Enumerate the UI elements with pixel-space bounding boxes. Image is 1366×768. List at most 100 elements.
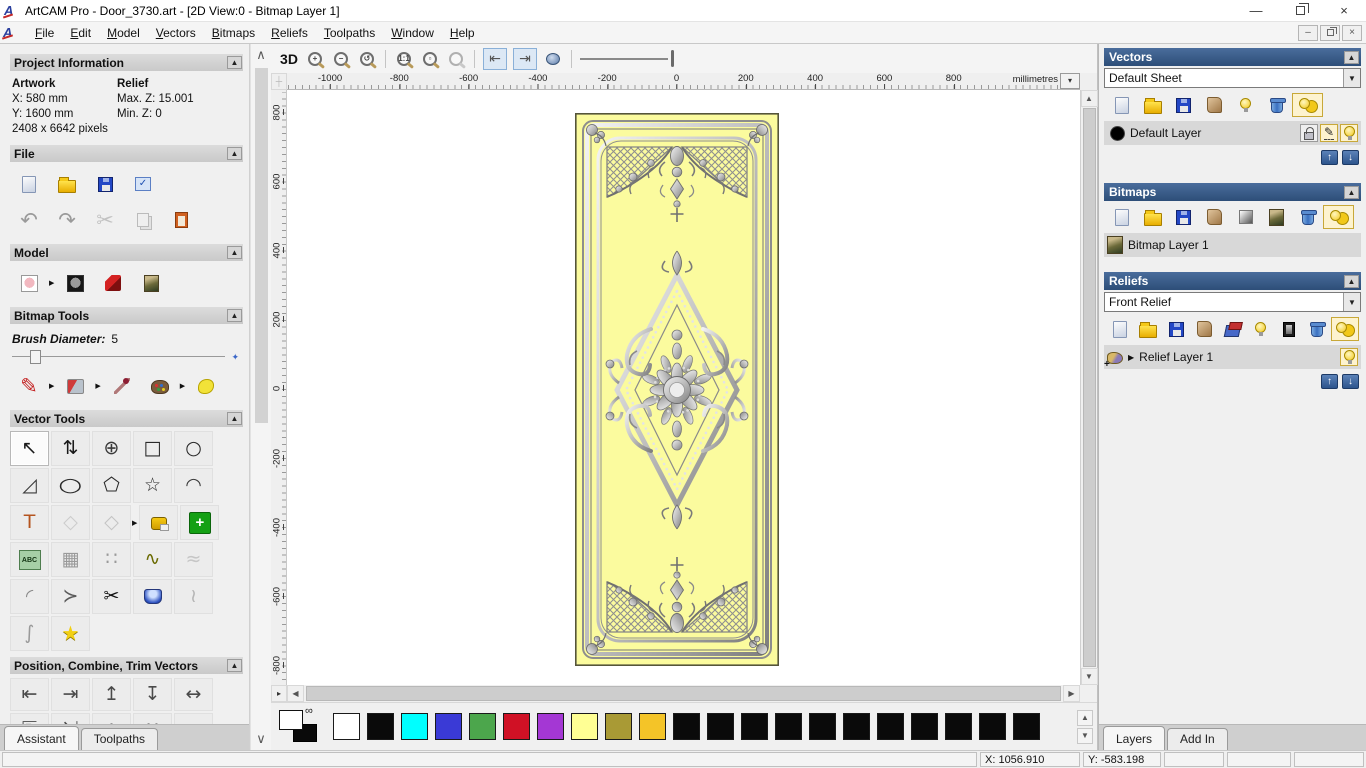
undo-icon[interactable]: ↶ xyxy=(12,205,46,235)
mdi-minimize-button[interactable]: – xyxy=(1298,24,1318,41)
align-bottom-icon[interactable]: ↧ xyxy=(133,678,172,711)
open-relief-layer-icon[interactable] xyxy=(1134,317,1162,341)
zoom-previous-icon[interactable]: ↺ xyxy=(357,48,377,70)
collapse-project-info-button[interactable]: ▲ xyxy=(227,56,242,69)
save-vector-layer-icon[interactable] xyxy=(1168,93,1199,117)
delete-relief-layer-icon[interactable] xyxy=(1303,317,1331,341)
collapse-reliefs-button[interactable]: ▲ xyxy=(1344,274,1359,288)
palette-swatch-18[interactable] xyxy=(945,713,972,740)
delete-bitmap-layer-icon[interactable] xyxy=(1292,205,1323,229)
redo-icon[interactable]: ↷ xyxy=(50,205,84,235)
merge-vector-layers-icon[interactable] xyxy=(1199,93,1230,117)
vector-layer-row[interactable]: Default Layer ✎ xyxy=(1104,121,1361,145)
vector-doctor-icon[interactable]: ★ xyxy=(51,616,90,651)
relief-dropdown[interactable]: Front Relief ▼ xyxy=(1104,292,1361,312)
select-vectors-icon[interactable]: ↖ xyxy=(10,431,49,466)
menu-bitmaps[interactable]: Bitmaps xyxy=(204,24,263,42)
zoom-out-icon[interactable]: − xyxy=(331,48,351,70)
delete-vector-layer-icon[interactable] xyxy=(1261,93,1292,117)
bitmap-layer-row[interactable]: Bitmap Layer 1 xyxy=(1104,233,1361,257)
scatter-copy-icon[interactable]: ∷ xyxy=(133,713,172,724)
relief-preview-icon[interactable] xyxy=(58,268,92,298)
save-model-icon[interactable] xyxy=(88,169,122,199)
open-model-icon[interactable] xyxy=(50,169,84,199)
snap-bitmap-toggle-icon[interactable]: ⇤ xyxy=(483,47,507,70)
create-ellipse-icon[interactable]: ○ xyxy=(51,468,90,503)
palette-swatch-17[interactable] xyxy=(911,713,938,740)
relief-visibility-icon[interactable] xyxy=(1246,317,1274,341)
collapse-model-button[interactable]: ▲ xyxy=(227,246,242,259)
bitmap-preview-icon[interactable] xyxy=(1261,205,1292,229)
new-relief-layer-icon[interactable] xyxy=(1106,317,1134,341)
load-bitmap-icon[interactable] xyxy=(134,268,168,298)
ruler-units-dropdown[interactable]: ▾ xyxy=(1060,73,1080,89)
snap-layer-icon[interactable]: ✎ xyxy=(1320,124,1338,142)
palette-swatch-10[interactable] xyxy=(673,713,700,740)
chevron-down-icon[interactable]: ▼ xyxy=(1343,69,1360,87)
create-star-icon[interactable]: ☆ xyxy=(133,468,172,503)
node-editing-icon[interactable]: ⇅ xyxy=(51,431,90,466)
tab-toolpaths[interactable]: Toolpaths xyxy=(80,728,159,750)
layer-colour-swatch[interactable] xyxy=(1110,125,1125,141)
mdi-close-button[interactable]: × xyxy=(1342,24,1362,41)
menu-edit[interactable]: Edit xyxy=(62,24,99,42)
move-relief-up-button[interactable]: ↑ xyxy=(1321,374,1338,389)
tab-layers[interactable]: Layers xyxy=(1103,726,1166,750)
scroll-down-icon[interactable]: ∨ xyxy=(251,728,271,750)
layer-visible-icon[interactable] xyxy=(1340,124,1358,142)
open-bitmap-layer-icon[interactable] xyxy=(1137,205,1168,229)
menu-vectors[interactable]: Vectors xyxy=(148,24,204,42)
palette-swatch-4[interactable] xyxy=(469,713,496,740)
palette-swatch-6[interactable] xyxy=(537,713,564,740)
palette-swatch-8[interactable] xyxy=(605,713,632,740)
create-circle-icon[interactable]: ○ xyxy=(174,431,213,466)
paint-icon[interactable]: ✎ xyxy=(12,371,46,401)
palette-swatch-5[interactable] xyxy=(503,713,530,740)
zoom-box-icon[interactable]: ▫ xyxy=(420,48,440,70)
relief-greyscale-icon[interactable] xyxy=(1275,317,1303,341)
move-layer-up-button[interactable]: ↑ xyxy=(1321,150,1338,165)
join-vectors-icon[interactable]: ≻ xyxy=(51,579,90,614)
block-copy-icon[interactable]: ◇ xyxy=(51,505,90,540)
restore-button[interactable] xyxy=(1278,0,1322,21)
cut-icon[interactable]: ✂ xyxy=(88,205,122,235)
sheet-dropdown[interactable]: Default Sheet ▼ xyxy=(1104,68,1361,88)
move-layer-down-button[interactable]: ↓ xyxy=(1342,150,1359,165)
collapse-vector-tools-button[interactable]: ▲ xyxy=(227,412,242,425)
tab-add-in[interactable]: Add In xyxy=(1167,728,1228,750)
text-block-icon[interactable]: ABC xyxy=(10,542,49,577)
door-artwork[interactable] xyxy=(575,113,779,666)
bisector-icon[interactable]: ∫ xyxy=(10,616,49,651)
minimize-button[interactable]: — xyxy=(1234,0,1278,21)
lock-layer-icon[interactable] xyxy=(1300,124,1318,142)
palette-swatch-11[interactable] xyxy=(707,713,734,740)
collapse-bitmap-tools-button[interactable]: ▲ xyxy=(227,309,242,322)
scroll-up-icon[interactable]: ∧ xyxy=(251,44,271,66)
all-reliefs-visibility-icon[interactable] xyxy=(1330,317,1360,341)
spin-relief-icon[interactable] xyxy=(133,579,172,614)
create-polygon-icon[interactable]: ⬠ xyxy=(92,468,131,503)
vertical-scroll-thumb[interactable] xyxy=(1082,108,1096,667)
offset-vector-icon-flyout[interactable]: ▶ xyxy=(132,519,137,527)
primary-colour-swatch[interactable] xyxy=(279,709,303,730)
light-material-icon[interactable] xyxy=(96,268,130,298)
paste-icon[interactable] xyxy=(164,205,198,235)
colour-link-icon[interactable]: ∞ xyxy=(305,705,313,717)
close-button[interactable]: × xyxy=(1322,0,1366,21)
nesting-icon[interactable]: Nes xyxy=(174,713,213,724)
copy-icon[interactable] xyxy=(126,205,160,235)
palette-icon-flyout[interactable]: ▶ xyxy=(180,382,185,390)
collapse-file-button[interactable]: ▲ xyxy=(227,147,242,160)
primary-secondary-colour-indicator[interactable]: ∞ xyxy=(279,705,325,746)
greyscale-icon[interactable] xyxy=(1230,205,1261,229)
save-relief-layer-icon[interactable] xyxy=(1162,317,1190,341)
palette-scrollbar[interactable]: ▲ ▼ xyxy=(1077,709,1095,744)
opacity-slider[interactable] xyxy=(580,49,680,69)
new-bitmap-layer-icon[interactable] xyxy=(1106,205,1137,229)
palette-swatch-1[interactable] xyxy=(367,713,394,740)
collapse-vectors-button[interactable]: ▲ xyxy=(1344,50,1359,64)
zoom-object-icon[interactable] xyxy=(446,48,466,70)
model-wizard-icon[interactable]: ✓ xyxy=(126,169,160,199)
new-vector-layer-icon[interactable] xyxy=(1106,93,1137,117)
collapse-position-button[interactable]: ▲ xyxy=(227,659,242,672)
